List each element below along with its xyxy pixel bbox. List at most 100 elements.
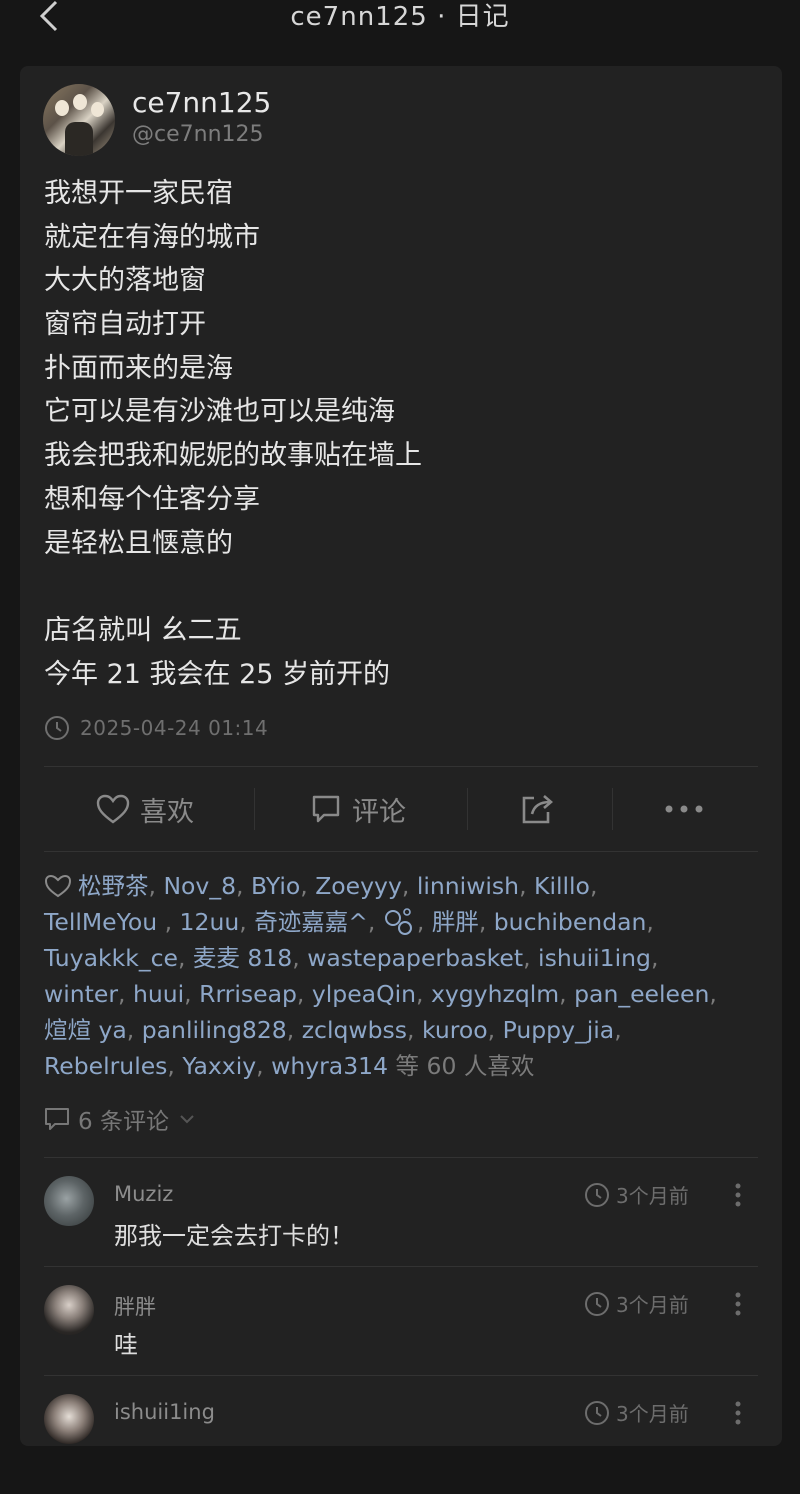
liker-link[interactable]: winter [44, 980, 118, 1008]
clock-icon [585, 1291, 609, 1316]
separator [254, 788, 255, 830]
liker-link[interactable]: xygyhzqlm [431, 980, 559, 1008]
divider [44, 1375, 758, 1376]
comment-time: 3个月前 [584, 1289, 689, 1318]
liker-link[interactable]: 奇迹嘉嘉^ [254, 908, 368, 936]
commenter-name[interactable]: 胖胖 [114, 1291, 156, 1321]
post-line: 店名就叫 幺二五 [44, 614, 242, 646]
top-bar: ce7nn125 · 日记 [0, 0, 800, 34]
liker-link[interactable]: BYio [251, 872, 300, 900]
commenter-name[interactable]: ishuii1ing [114, 1400, 215, 1424]
comment-button[interactable]: 评论 [310, 767, 406, 851]
liker-link[interactable]: huui [133, 980, 184, 1008]
comment-bubble-icon [312, 795, 340, 823]
clock-icon [45, 716, 69, 740]
likes-count[interactable]: 60 [427, 1052, 457, 1080]
liker-link[interactable]: Puppy_jia [503, 1016, 615, 1044]
post-line: 想和每个住客分享 [44, 483, 260, 515]
comment-time-label: 3个月前 [616, 1293, 689, 1317]
divider [44, 851, 758, 852]
share-button[interactable] [520, 767, 556, 851]
liker-link[interactable]: ylpeaQin [312, 980, 416, 1008]
divider [44, 1266, 758, 1267]
liker-link[interactable]: wastepaperbasket [307, 944, 523, 972]
post-timestamp-row: 2025-04-24 01:14 [44, 712, 268, 744]
liker-link[interactable]: ishuii1ing [538, 944, 651, 972]
liker-link[interactable]: Rrriseap [199, 980, 297, 1008]
comment-time: 3个月前 [584, 1398, 689, 1427]
liker-link[interactable]: panliling828 [142, 1016, 287, 1044]
clock-icon [585, 1182, 609, 1207]
post-line: 是轻松且惬意的 [44, 527, 233, 559]
liker-link[interactable]: 松野茶 [78, 872, 149, 900]
liker-link[interactable]: Killlo [534, 872, 590, 900]
liker-link[interactable]: Nov_8 [163, 872, 236, 900]
liker-link[interactable]: Tuyakkk_ce [44, 944, 178, 972]
comment-text: 那我一定会去打卡的！ [114, 1222, 354, 1250]
liker-link[interactable]: pan_eeleen [574, 980, 709, 1008]
action-bar: 喜欢 评论 [44, 767, 758, 851]
comment-item: 胖胖 哇 3个月前 [44, 1285, 758, 1385]
likes-list: 松野茶, Nov_8, BYio, Zoeyyy, linniwish, Kil… [44, 872, 717, 1080]
comment-label: 评论 [352, 796, 406, 828]
like-button[interactable]: 喜欢 [96, 767, 194, 851]
like-label: 喜欢 [140, 796, 194, 828]
liker-link[interactable]: buchibendan [494, 908, 647, 936]
comment-time: 3个月前 [584, 1180, 689, 1209]
liker-link[interactable]: Yaxxiy [182, 1052, 256, 1080]
heart-outline-icon [44, 874, 72, 898]
commenter-avatar[interactable] [44, 1176, 94, 1226]
comment-time-label: 3个月前 [616, 1184, 689, 1208]
post-line: 我想开一家民宿 [44, 178, 233, 209]
comment-bubble-icon [45, 1108, 69, 1130]
comment-item: Muziz 那我一定会去打卡的！ 3个月前 [44, 1176, 758, 1276]
more-vertical-icon[interactable] [734, 1291, 742, 1317]
liker-symbol-icon[interactable] [383, 906, 417, 936]
commenter-name[interactable]: Muziz [114, 1182, 173, 1206]
more-vertical-icon[interactable] [734, 1400, 742, 1426]
page-title: ce7nn125 · 日记 [290, 2, 510, 32]
liker-link[interactable]: 胖胖 [432, 908, 479, 936]
chevron-down-icon [180, 1115, 194, 1124]
comment-count-label: 6 条评论 [78, 1109, 169, 1135]
post-line: 窗帘自动打开 [44, 309, 206, 341]
post-line: 扑面而来的是海 [44, 352, 233, 384]
more-icon [665, 805, 703, 813]
liker-link[interactable]: zclqwbss [302, 1016, 407, 1044]
post-line: 就定在有海的城市 [44, 221, 260, 253]
post-line: 它可以是有沙滩也可以是纯海 [44, 396, 395, 428]
post-timestamp: 2025-04-24 01:14 [80, 716, 269, 740]
author-avatar[interactable] [43, 84, 115, 156]
separator [612, 788, 613, 830]
share-icon [522, 795, 553, 824]
post-body: 我想开一家民宿 就定在有海的城市 大大的落地窗 窗帘自动打开 扑面而来的是海 它… [44, 172, 744, 696]
post-line: 我会把我和妮妮的故事贴在墙上 [44, 440, 422, 472]
liker-link[interactable]: 麦麦 818 [193, 944, 292, 972]
liker-link[interactable]: whyra314 [271, 1052, 388, 1080]
commenter-avatar[interactable] [44, 1394, 94, 1444]
comments-toggle[interactable]: 6 条评论 [44, 1102, 205, 1136]
comment-item: ishuii1ing 3个月前 [44, 1394, 758, 1494]
liker-link[interactable]: linniwish [417, 872, 519, 900]
liker-link[interactable]: 12uu [180, 908, 240, 936]
author-username[interactable]: ce7nn125 [132, 86, 271, 119]
post-line: 大大的落地窗 [44, 265, 206, 297]
divider [44, 1157, 758, 1158]
liker-link[interactable]: TellMeYou [44, 908, 157, 936]
likes-suffix-a: 等 [395, 1052, 420, 1080]
comment-time-label: 3个月前 [616, 1402, 689, 1426]
author-handle: @ce7nn125 [132, 122, 264, 147]
heart-icon [96, 794, 130, 824]
commenter-avatar[interactable] [44, 1285, 94, 1335]
more-options-button[interactable] [664, 767, 704, 851]
comment-text: 哇 [114, 1331, 138, 1359]
likes-suffix-b: 人喜欢 [463, 1052, 535, 1080]
liker-link[interactable]: 煊煊 ya [44, 1016, 127, 1044]
liker-link[interactable]: kuroo [422, 1016, 488, 1044]
clock-icon [585, 1400, 609, 1425]
post-line: 今年 21 我会在 25 岁前开的 [44, 658, 391, 690]
liker-link[interactable]: Rebelrules [44, 1052, 167, 1080]
liker-link[interactable]: Zoeyyy [315, 872, 402, 900]
more-vertical-icon[interactable] [734, 1182, 742, 1208]
post-line-blank [44, 565, 744, 609]
